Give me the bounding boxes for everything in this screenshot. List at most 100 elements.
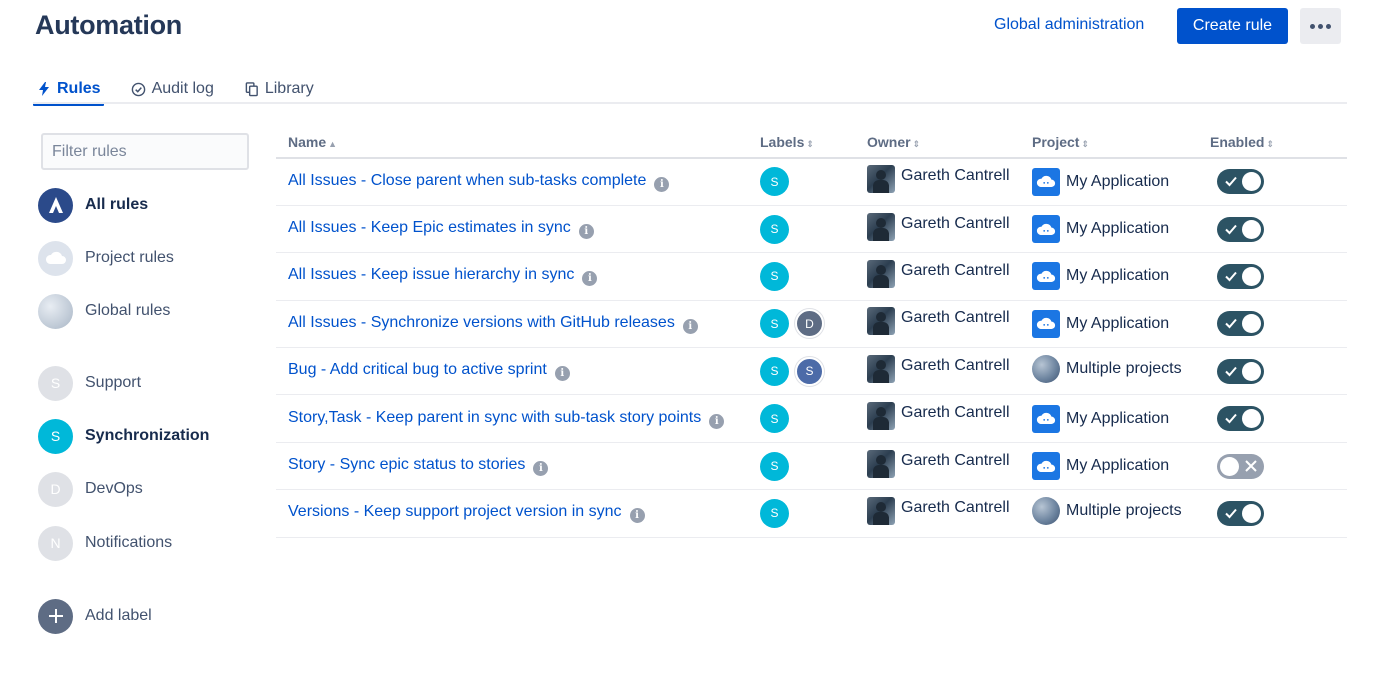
table-header-row: Name ▲ Labels ⇕ Owner ⇕ Project ⇕ Enabled ⇕ [276,126,1347,159]
tab-audit-log[interactable]: Audit log [128,74,217,104]
enabled-toggle[interactable] [1217,453,1264,479]
sidebar-item-label: Synchronization [85,427,210,444]
labels-cell: S [760,205,867,254]
table-row[interactable]: All Issues - Close parent when sub-tasks… [276,158,1347,206]
labels-cell: SS [760,347,867,396]
project-name: My Application [1066,172,1170,190]
copy-icon [244,81,260,97]
enabled-toggle[interactable] [1217,358,1264,384]
sidebar-item-label: All rules [85,196,149,213]
rule-name-link[interactable]: All Issues - Synchronize versions with G… [288,314,675,331]
rule-name-link[interactable]: All Issues - Keep Epic estimates in sync [288,219,571,236]
rule-name-cell: Bug - Add critical bug to active sprint i [276,347,760,396]
enabled-toggle[interactable] [1217,263,1264,289]
info-icon[interactable]: i [582,271,598,287]
labels-cell: S [760,394,867,443]
owner[interactable]: Gareth Cantrell [867,259,1010,288]
rule-name-cell: All Issues - Keep Epic estimates in sync… [276,205,760,254]
label-avatar: S [38,365,73,401]
column-header-enabled[interactable]: Enabled ⇕ [1210,126,1347,159]
more-actions-button[interactable] [1300,8,1341,44]
enabled-cell [1210,252,1347,301]
column-header-name[interactable]: Name ▲ [276,126,760,159]
filter-rules-input[interactable] [41,133,249,170]
add-label-button[interactable]: Add label [38,598,152,634]
global-administration-link[interactable]: Global administration [994,16,1144,34]
project-cloud-icon [1032,167,1060,196]
enabled-cell [1210,158,1347,206]
label-avatar[interactable]: S [760,451,789,481]
label-avatar[interactable]: S [760,214,789,244]
owner[interactable]: Gareth Cantrell [867,449,1010,478]
column-header-labels[interactable]: Labels ⇕ [760,126,867,159]
info-icon[interactable]: i [533,461,549,477]
labels-cell: S [760,252,867,301]
info-icon[interactable]: i [682,318,698,334]
enabled-cell [1210,205,1347,254]
sidebar-item-notifications[interactable]: N Notifications [38,525,172,561]
avatar [867,354,895,383]
column-header-project[interactable]: Project ⇕ [1032,126,1210,159]
table-row[interactable]: All Issues - Synchronize versions with G… [276,300,1347,349]
rule-name-cell: Versions - Keep support project version … [276,489,760,538]
owner[interactable]: Gareth Cantrell [867,354,1010,383]
info-icon[interactable]: i [554,366,570,382]
rule-name-link[interactable]: All Issues - Keep issue hierarchy in syn… [288,266,574,283]
label-avatar[interactable]: S [760,261,789,291]
rule-name-cell: All Issues - Synchronize versions with G… [276,300,760,349]
tab-library[interactable]: Library [241,74,317,104]
enabled-toggle[interactable] [1217,169,1264,195]
project-cloud-icon [1032,309,1060,338]
sort-icon: ⇕ [912,138,921,149]
owner-name: Gareth Cantrell [901,404,1010,422]
sidebar-item-support[interactable]: S Support [38,365,141,401]
owner[interactable]: Gareth Cantrell [867,212,1010,241]
info-icon[interactable]: i [629,508,645,524]
info-icon[interactable]: i [709,413,725,429]
label-avatar: D [38,471,73,507]
label-avatar[interactable]: S [760,167,789,197]
tab-rules[interactable]: Rules [33,74,104,106]
project-cell: My Application [1032,205,1210,254]
rule-name-link[interactable]: Story,Task - Keep parent in sync with su… [288,409,701,426]
enabled-toggle[interactable] [1217,406,1264,432]
rule-name-link[interactable]: Bug - Add critical bug to active sprint [288,361,547,378]
rule-name-link[interactable]: Story - Sync epic status to stories [288,456,525,473]
label-avatar[interactable]: D [795,309,824,339]
sidebar-item-synchronization[interactable]: S Synchronization [38,418,209,454]
column-header-owner[interactable]: Owner ⇕ [867,126,1032,159]
table-row[interactable]: All Issues - Keep Epic estimates in sync… [276,205,1347,254]
info-icon[interactable]: i [578,224,594,240]
sort-icon: ⇕ [1266,138,1275,149]
table-row[interactable]: Story - Sync epic status to stories i S G… [276,442,1347,491]
owner[interactable]: Gareth Cantrell [867,402,1010,431]
enabled-toggle[interactable] [1217,216,1264,242]
enabled-cell [1210,300,1347,349]
sidebar-item-global-rules[interactable]: Global rules [38,293,170,329]
label-avatar[interactable]: S [795,356,824,386]
project-name: Multiple projects [1066,501,1182,519]
info-icon[interactable]: i [654,176,670,192]
table-row[interactable]: Story,Task - Keep parent in sync with su… [276,394,1347,443]
label-avatar[interactable]: S [760,498,789,528]
table-row[interactable]: Bug - Add critical bug to active sprint i… [276,347,1347,396]
label-avatar[interactable]: S [760,356,789,386]
sidebar-item-all-rules[interactable]: All rules [38,187,148,223]
sidebar-item-project-rules[interactable]: Project rules [38,240,174,276]
tab-label: Library [264,80,314,97]
enabled-toggle[interactable] [1217,311,1264,337]
owner[interactable]: Gareth Cantrell [867,307,1010,336]
table-row[interactable]: All Issues - Keep issue hierarchy in syn… [276,252,1347,301]
rule-name-link[interactable]: Versions - Keep support project version … [288,503,622,520]
enabled-toggle[interactable] [1217,500,1264,526]
rule-name-link[interactable]: All Issues - Close parent when sub-tasks… [288,172,646,189]
create-rule-button[interactable]: Create rule [1177,8,1288,44]
table-row[interactable]: Versions - Keep support project version … [276,489,1347,538]
project-name: My Application [1066,457,1170,475]
more-icon [1310,23,1331,29]
owner[interactable]: Gareth Cantrell [867,496,1010,525]
owner[interactable]: Gareth Cantrell [867,165,1010,194]
label-avatar[interactable]: S [760,404,789,434]
sidebar-item-devops[interactable]: D DevOps [38,471,143,507]
label-avatar[interactable]: S [760,309,789,339]
